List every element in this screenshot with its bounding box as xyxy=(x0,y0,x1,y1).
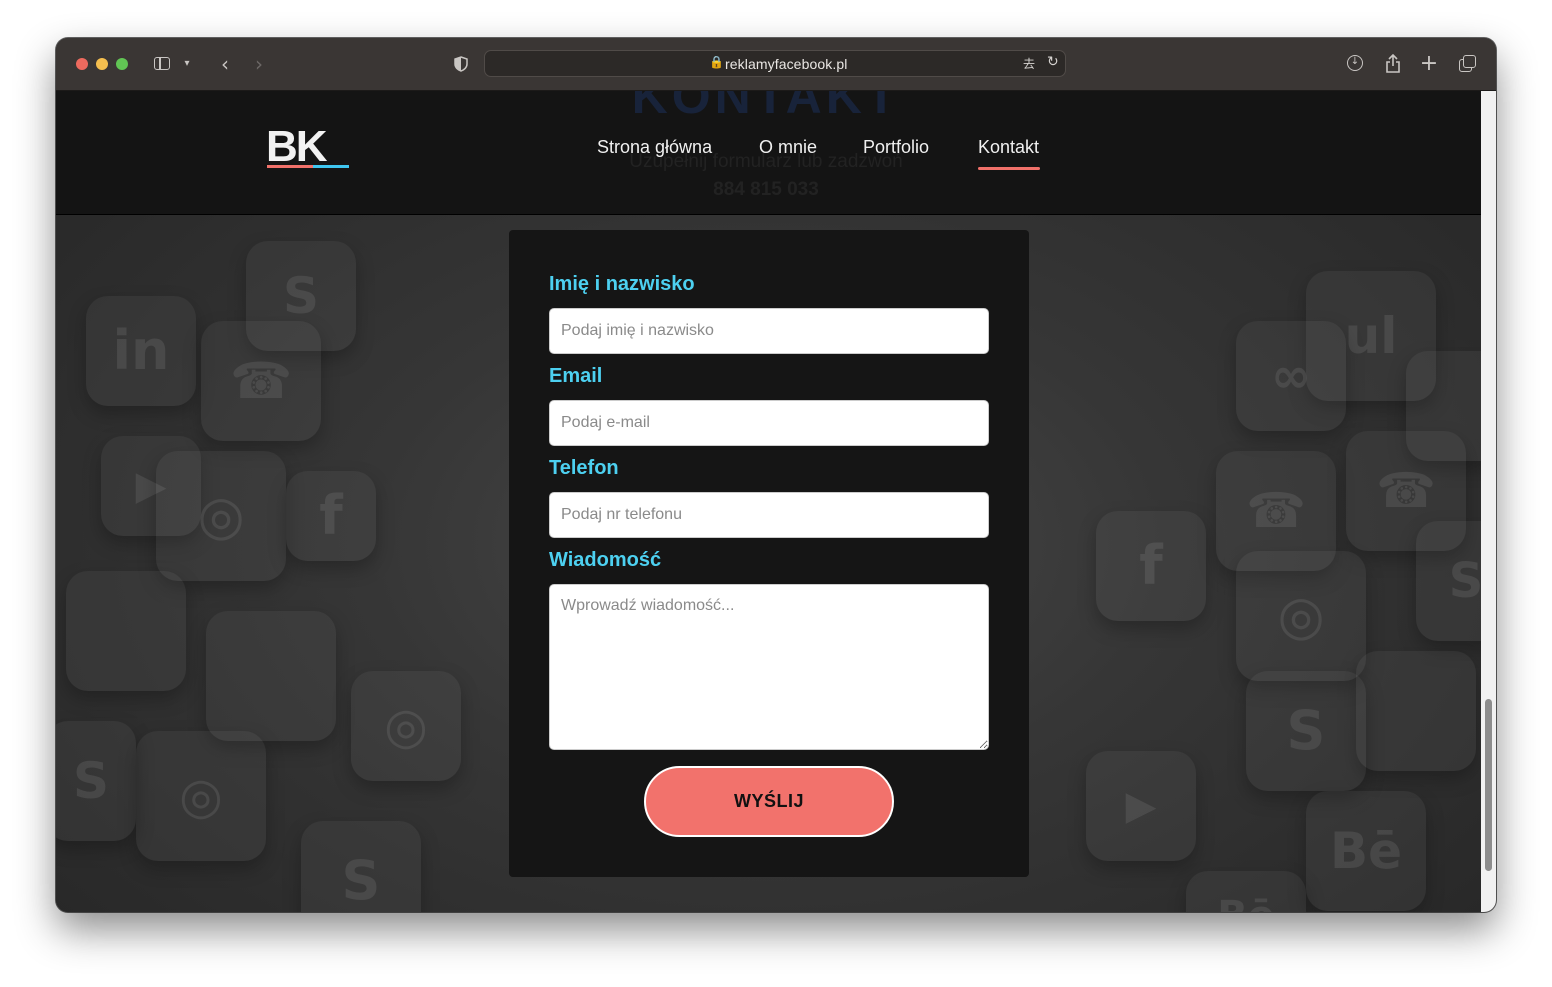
chevron-right-icon[interactable]: › xyxy=(250,52,268,76)
nav-item-home[interactable]: Strona główna xyxy=(597,137,712,158)
behance-bg-icon: Bē xyxy=(1306,791,1426,911)
skype-bg-icon-right-2: S xyxy=(1246,671,1366,791)
logo-underline-blue xyxy=(313,165,349,168)
facebook-bg-icon-right: f xyxy=(1096,511,1206,621)
app-bg-icon xyxy=(66,571,186,691)
instagram-bg-icon-right: ◎ xyxy=(1236,551,1366,681)
reload-icon[interactable]: ↻ xyxy=(1047,54,1059,70)
address-bar[interactable]: 🔒 reklamyfacebook.pl 去 ↻ xyxy=(484,50,1066,77)
nav-item-contact[interactable]: Kontakt xyxy=(978,137,1039,158)
scrollbar-thumb[interactable] xyxy=(1485,699,1492,871)
phone-label: Telefon xyxy=(549,457,619,479)
nav-item-portfolio[interactable]: Portfolio xyxy=(863,137,929,158)
message-field[interactable] xyxy=(549,584,989,750)
instagram-bg-icon-2: ◎ xyxy=(351,671,461,781)
email-label: Email xyxy=(549,365,603,387)
link-bg-icon: ∞ xyxy=(1236,321,1346,431)
email-field[interactable] xyxy=(549,400,989,446)
close-window-button[interactable] xyxy=(76,58,88,70)
browser-window: ▾ ‹ › 🔒 reklamyfacebook.pl 去 ↻ ↓ + in S … xyxy=(56,38,1496,912)
chevron-down-icon[interactable]: ▾ xyxy=(180,52,194,76)
tabs-overview-icon[interactable] xyxy=(1456,52,1478,76)
instagram-bg-icon: ◎ xyxy=(156,451,286,581)
nav-item-about[interactable]: O mnie xyxy=(759,137,817,158)
translate-icon[interactable]: 去 xyxy=(1023,55,1035,72)
name-label: Imię i nazwisko xyxy=(549,273,695,295)
app-bg-icon-right-3 xyxy=(1356,651,1476,771)
instagram-bg-icon-3: ◎ xyxy=(136,731,266,861)
plus-icon[interactable]: + xyxy=(1418,52,1440,76)
section-title-behind-header: KONTAKT xyxy=(631,91,901,124)
skype-bg-icon-right: S xyxy=(1416,521,1481,641)
phone-number-behind-header: 884 815 033 xyxy=(713,179,819,200)
logo-text: BK xyxy=(266,122,328,171)
browser-toolbar: ▾ ‹ › 🔒 reklamyfacebook.pl 去 ↻ ↓ + xyxy=(56,38,1496,91)
chevron-left-icon[interactable]: ‹ xyxy=(216,52,234,76)
minimize-window-button[interactable] xyxy=(96,58,108,70)
logo-underline-coral xyxy=(267,165,313,168)
name-field[interactable] xyxy=(549,308,989,354)
facebook-bg-icon: f xyxy=(286,471,376,561)
message-label: Wiadomość xyxy=(549,549,662,571)
contact-form: Imię i nazwisko Email Telefon Wiadomość … xyxy=(509,230,1029,877)
zoom-window-button[interactable] xyxy=(116,58,128,70)
phone-field[interactable] xyxy=(549,492,989,538)
skype-bg-icon-2: S xyxy=(301,821,421,912)
url-text: reklamyfacebook.pl xyxy=(725,56,848,72)
linkedin-bg-icon: in xyxy=(86,296,196,406)
page-scrollbar[interactable] xyxy=(1481,91,1496,912)
youtube-bg-icon-right: ▶ xyxy=(1086,751,1196,861)
download-icon[interactable]: ↓ xyxy=(1344,52,1366,76)
share-icon[interactable] xyxy=(1382,52,1404,76)
submit-button[interactable]: WYŚLIJ xyxy=(644,766,894,837)
shield-icon[interactable] xyxy=(452,52,470,76)
nav-active-indicator xyxy=(978,167,1040,170)
skype-bg-icon-3: S xyxy=(56,721,136,841)
lock-icon: 🔒 xyxy=(709,55,724,69)
whatsapp-bg-icon: ☎ xyxy=(201,321,321,441)
behance-bg-icon-2: Bē xyxy=(1186,871,1306,912)
site-header: KONTAKT Uzupełnij formularz lub zadzwoń … xyxy=(56,91,1481,215)
webpage: in S ☎ ▶ ◎ f ◎ ◎ S S ul ∞ ☎ ☎ f ◎ S S ▶ … xyxy=(56,91,1481,912)
chat-bg-icon xyxy=(206,611,336,741)
logo[interactable]: BK xyxy=(266,125,350,171)
sidebar-icon[interactable] xyxy=(152,52,174,76)
